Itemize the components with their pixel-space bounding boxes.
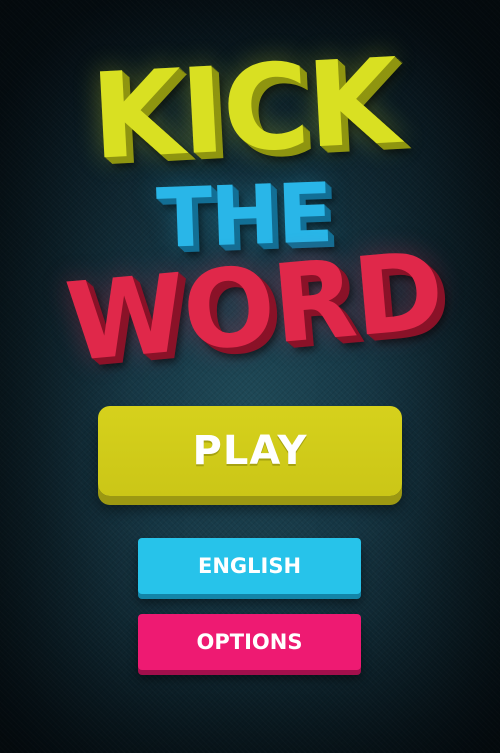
- options-button[interactable]: OPTIONS: [138, 614, 361, 670]
- options-button-label: OPTIONS: [196, 630, 303, 654]
- language-button[interactable]: ENGLISH: [138, 538, 361, 594]
- play-button-label: PLAY: [192, 428, 308, 474]
- logo-word-kick: KICK: [87, 32, 401, 186]
- play-button[interactable]: PLAY: [98, 406, 402, 496]
- language-button-label: ENGLISH: [197, 554, 302, 578]
- main-menu-screen: KICK THE WORD PLAY ENGLISH OPTIONS: [0, 0, 500, 753]
